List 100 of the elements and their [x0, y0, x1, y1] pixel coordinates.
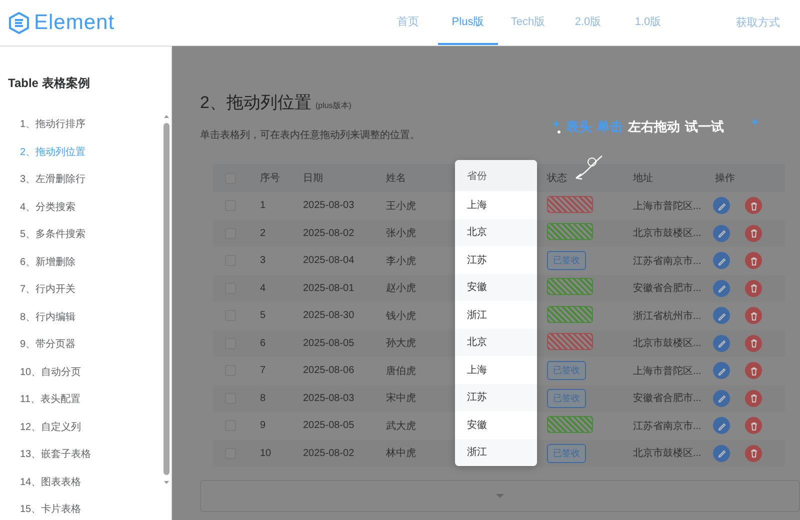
sidebar-item[interactable]: 9、带分页器: [20, 331, 140, 358]
delete-button[interactable]: [745, 307, 762, 324]
edit-button[interactable]: [713, 252, 730, 270]
delete-button[interactable]: [745, 197, 762, 214]
sidebar-item[interactable]: 12、自定义列: [20, 414, 140, 441]
trash-icon: [748, 338, 758, 348]
logo-text: Element: [34, 10, 115, 34]
pencil-icon: [716, 393, 726, 404]
sidebar-item[interactable]: 4、分类搜索: [20, 194, 140, 221]
edit-button[interactable]: [713, 197, 730, 214]
delete-button[interactable]: [745, 390, 762, 407]
delete-button[interactable]: [745, 417, 762, 434]
table-cell-text: 2025-08-30: [302, 310, 356, 322]
table-cell: 北京: [455, 328, 537, 356]
column-header[interactable]: 序号: [250, 171, 293, 185]
table-cell: 北京: [455, 218, 537, 246]
pencil-icon: [716, 310, 726, 321]
sparkle-icon: [552, 120, 561, 134]
hint-text: 单击: [597, 118, 623, 136]
column-header[interactable]: 省份: [455, 160, 537, 191]
table-cell: 安徽: [455, 274, 537, 301]
sidebar-item[interactable]: 14、图表表格: [20, 468, 140, 496]
table-cell-text: 6: [259, 338, 267, 349]
table-cell-text: 9: [259, 420, 267, 432]
column-header[interactable]: 操作: [705, 171, 785, 185]
sidebar-item[interactable]: 1、拖动行排序: [20, 111, 140, 138]
sidebar-item[interactable]: 15、卡片表格: [20, 496, 140, 520]
status-tag: 已签收: [547, 444, 586, 463]
delete-button[interactable]: [745, 280, 762, 297]
sidebar-item[interactable]: 6、新增删除: [20, 248, 140, 276]
table-cell: 浙江: [455, 438, 537, 466]
dragged-column[interactable]: 省份 上海 北京 江苏 安徽 浙江 北京 上海 江苏 安徽 浙江: [455, 160, 537, 466]
edit-button[interactable]: [713, 334, 730, 352]
table-cell-text: 5: [259, 310, 267, 322]
column-header[interactable]: 状态: [537, 171, 623, 185]
sidebar-item[interactable]: 11、表头配置: [20, 386, 140, 414]
trash-icon: [748, 256, 758, 266]
sidebar-item[interactable]: 3、左滑删除行: [20, 166, 140, 194]
table-cell-text: 北京市鼓楼区...: [632, 336, 702, 350]
table-cell-text: 4: [259, 282, 267, 294]
sidebar-item[interactable]: 7、行内开关: [20, 276, 140, 304]
column-header[interactable]: 姓名: [376, 171, 455, 185]
delete-button[interactable]: [745, 362, 762, 380]
table-cell-text: 2025-08-03: [302, 200, 356, 212]
table-cell-text: 安徽省合肥市...: [632, 282, 702, 296]
table-cell-text: 2025-08-01: [302, 282, 356, 294]
delete-button[interactable]: [745, 444, 762, 462]
pencil-icon: [716, 228, 726, 238]
edit-button[interactable]: [713, 417, 730, 434]
table-cell-text: 张小虎: [385, 226, 417, 240]
pencil-icon: [716, 366, 726, 376]
table-cell-text: 2025-08-02: [302, 228, 356, 239]
edit-button[interactable]: [713, 390, 730, 407]
page-description: 单击表格列，可在表内任意拖动列来调整的位置。: [200, 128, 421, 142]
version-note: (plus版本): [315, 100, 352, 111]
sidebar-item[interactable]: 5、多条件搜索: [20, 221, 140, 248]
table-cell-text: 王小虎: [385, 200, 417, 213]
column-header[interactable]: 地址: [623, 171, 705, 185]
sidebar-item[interactable]: 8、行内编辑: [20, 304, 140, 331]
hint-text: 左右拖动: [628, 118, 680, 136]
logo-icon: [8, 12, 30, 34]
table-cell-text: 宋中虎: [385, 392, 417, 406]
trash-icon: [748, 448, 758, 458]
table-cell-text: 上海市普陀区...: [632, 200, 702, 213]
caret-icon[interactable]: [495, 493, 505, 499]
table-cell-text: 江苏省南京市...: [632, 254, 702, 268]
edit-button[interactable]: [713, 362, 730, 380]
edit-button[interactable]: [713, 224, 730, 242]
table-cell-text: 7: [259, 365, 267, 376]
table-cell-text: 2025-08-04: [302, 255, 356, 266]
table-cell-text: 孙大虎: [385, 336, 417, 350]
table-cell-text: 8: [259, 392, 267, 404]
table-cell-text: 江苏: [466, 254, 488, 268]
edit-button[interactable]: [713, 307, 730, 324]
table-cell-text: 3: [259, 255, 267, 266]
table-cell-text: 赵小虎: [385, 282, 417, 296]
table-cell-text: 10: [259, 448, 272, 459]
table-cell-text: 北京市鼓楼区...: [632, 226, 702, 240]
column-header[interactable]: 日期: [293, 171, 376, 185]
edit-button[interactable]: [713, 444, 730, 462]
table-cell-text: 2025-08-05: [302, 338, 356, 349]
sidebar-item[interactable]: 10、自动分页: [20, 358, 140, 386]
table-cell-text: 唐伯虎: [385, 364, 417, 378]
table-cell-text: 2025-08-03: [302, 392, 356, 404]
pencil-icon: [716, 200, 726, 211]
edit-button[interactable]: [713, 280, 730, 297]
table-cell-text: 安徽: [466, 418, 488, 433]
status-tag: 已签收: [547, 388, 586, 408]
delete-button[interactable]: [745, 334, 762, 352]
delete-button[interactable]: [745, 252, 762, 270]
trash-icon: [748, 310, 758, 321]
table-cell-text: 武大虎: [385, 420, 417, 433]
trash-icon: [748, 393, 758, 404]
table-cell-text: 2025-08-05: [302, 420, 356, 432]
status-tag: 已签收: [547, 361, 586, 380]
trash-icon: [748, 366, 758, 376]
table-cell-text: 上海: [466, 364, 488, 378]
table-cell-text: 2: [259, 228, 267, 239]
delete-button[interactable]: [745, 224, 762, 242]
sidebar-item[interactable]: 13、嵌套子表格: [20, 441, 140, 468]
